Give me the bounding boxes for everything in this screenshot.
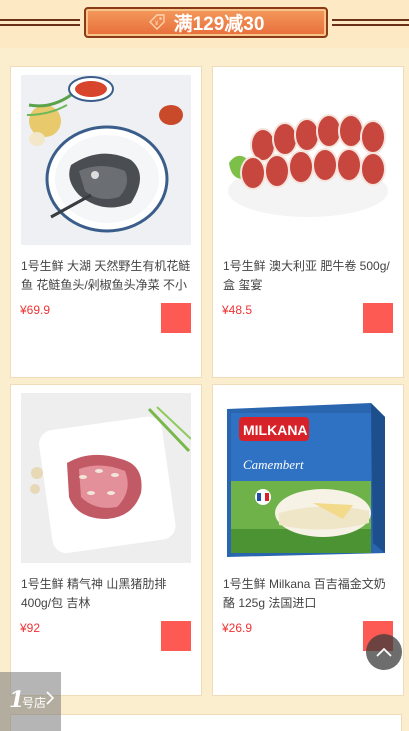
product-price: ¥69.9 (20, 303, 51, 317)
milkana-cheese-image[interactable]: MILKANA Camembert (223, 393, 393, 563)
chevron-right-icon (46, 691, 54, 705)
milkana-brand-text: MILKANA (243, 422, 308, 438)
add-to-cart-button[interactable] (161, 303, 191, 333)
chevron-up-icon (376, 647, 392, 657)
product-card[interactable]: 1号生鲜 澳大利亚 肥牛卷 500g/盒 玺宴 ¥48.5 (212, 66, 404, 378)
add-to-cart-button[interactable] (363, 303, 393, 333)
promo-label[interactable]: ¥ 满129减30 (84, 7, 328, 38)
store-logo-tab[interactable]: 1 号店 (0, 672, 61, 731)
product-title[interactable]: 1号生鲜 大湖 天然野生有机花鲢鱼 花鲢鱼头/剁椒鱼头净菜 不小 (21, 257, 193, 295)
promo-label-text: 满129减30 (173, 14, 265, 35)
product-card[interactable]: 1号生鲜 大湖 天然野生有机花鲢鱼 花鲢鱼头/剁椒鱼头净菜 不小 ¥69.9 (10, 66, 202, 378)
back-to-top-button[interactable] (366, 634, 402, 670)
next-product-card[interactable] (10, 714, 402, 731)
product-price: ¥92 (20, 621, 41, 635)
product-title[interactable]: 1号生鲜 Milkana 百吉福金文奶酪 125g 法国进口 (223, 575, 395, 613)
product-price: ¥48.5 (222, 303, 253, 317)
beef-rolls-image[interactable] (223, 75, 393, 245)
milkana-product-text: Camembert (243, 457, 304, 472)
product-title[interactable]: 1号生鲜 精气神 山黑猪肋排 400g/包 吉林 (21, 575, 193, 613)
product-card[interactable]: 1号生鲜 精气神 山黑猪肋排 400g/包 吉林 ¥92 (10, 384, 202, 696)
logo-text: 号店 (22, 696, 47, 710)
price-tag-icon: ¥ (148, 13, 165, 30)
fish-head-image[interactable] (21, 75, 191, 245)
product-title[interactable]: 1号生鲜 澳大利亚 肥牛卷 500g/盒 玺宴 (223, 257, 395, 295)
product-price: ¥26.9 (222, 621, 253, 635)
pork-ribs-image[interactable] (21, 393, 191, 563)
add-to-cart-button[interactable] (161, 621, 191, 651)
promo-banner: ¥ 满129减30 (0, 0, 409, 48)
svg-text:¥: ¥ (155, 21, 159, 27)
